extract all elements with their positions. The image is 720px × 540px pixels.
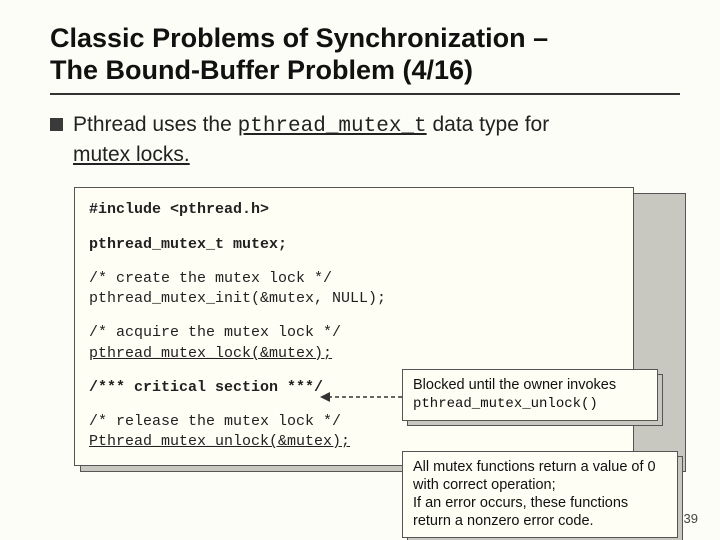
code-line-3a: /* create the mutex lock */ [89, 270, 332, 287]
callout2-l3: If an error occurs, these functions [413, 495, 628, 511]
title-underline [50, 93, 680, 95]
code-block-init: /* create the mutex lock */ pthread_mute… [89, 269, 619, 310]
callout2-l2: with correct operation; [413, 477, 556, 493]
code-line-6a: /* release the mutex lock */ [89, 413, 341, 430]
bullet-code: pthread_mutex_t [238, 115, 427, 138]
bullet-pre: Pthread uses the [73, 113, 238, 136]
code-line-include: #include <pthread.h> [89, 200, 619, 220]
page-number: 39 [684, 511, 698, 526]
title-line-2: The Bound-Buffer Problem (4/16) [50, 55, 473, 85]
callout2-l4: return a nonzero error code. [413, 513, 594, 529]
slide-title: Classic Problems of Synchronization – Th… [50, 22, 680, 87]
callout1-line2: pthread_mutex_unlock() [413, 396, 598, 412]
code-line-3b: pthread_mutex_init(&mutex, NULL); [89, 290, 386, 307]
bullet-post2: mutex locks. [73, 143, 190, 166]
callout-inner: Blocked until the owner invokes pthread_… [402, 369, 658, 421]
callout2-l1: All mutex functions return a value of 0 [413, 459, 656, 475]
bullet-item: Pthread uses the pthread_mutex_t data ty… [50, 111, 680, 170]
bullet-text: Pthread uses the pthread_mutex_t data ty… [73, 111, 549, 170]
code-line-4b: pthread_mutex_lock(&mutex); [89, 345, 332, 362]
bullet-post1: data type for [427, 113, 550, 136]
code-line-6b: Pthread_mutex_unlock(&mutex); [89, 433, 350, 450]
callout1-line1: Blocked until the owner invokes [413, 377, 616, 393]
code-line-decl: pthread_mutex_t mutex; [89, 235, 619, 255]
bullet-marker-icon [50, 118, 63, 131]
code-line-4a: /* acquire the mutex lock */ [89, 324, 341, 341]
code-block-lock: /* acquire the mutex lock */ pthread_mut… [89, 323, 619, 364]
callout-inner-2: All mutex functions return a value of 0 … [402, 451, 678, 538]
callout-blocked: Blocked until the owner invokes pthread_… [402, 369, 658, 421]
callout-return: All mutex functions return a value of 0 … [402, 451, 678, 538]
slide: Classic Problems of Synchronization – Th… [0, 0, 720, 540]
title-line-1: Classic Problems of Synchronization – [50, 23, 548, 53]
